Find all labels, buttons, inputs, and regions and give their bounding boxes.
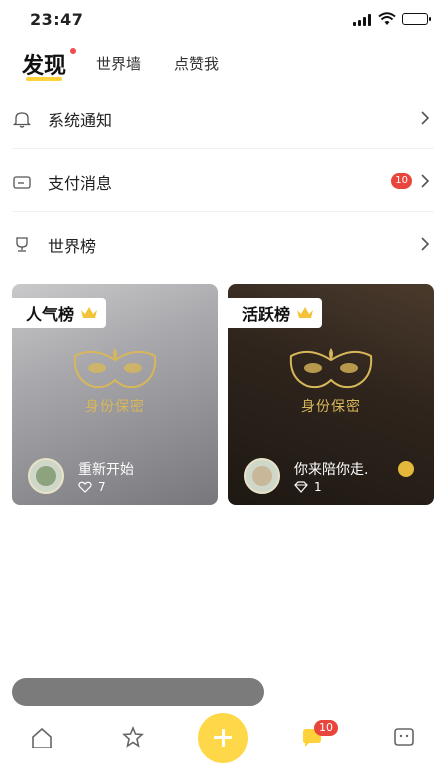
diamond-count-value: 1 [314,480,322,494]
message-badge: 10 [314,720,338,736]
row-world-rank[interactable]: 世界榜 [12,213,434,275]
trophy-icon [16,237,28,252]
bell-icon [12,112,32,128]
top-tabs: 发现 世界墙 点赞我 [0,44,446,88]
card-tag-label: 人气榜 [26,305,75,324]
card-tag-label: 活跃榜 [242,305,291,324]
tab-underline [26,77,62,81]
mask-caption: 身份保密 [301,399,361,415]
status-time: 23:47 [30,10,84,29]
crown-icon [297,307,314,318]
tab-liked-me[interactable]: 点赞我 [174,53,219,74]
card-tag: 人气榜 [12,298,107,328]
like-count: 7 [78,480,106,494]
activity-rank-card[interactable]: 活跃榜 身份保密 你来陪你走. 1 [228,284,434,505]
row-label: 支付消息 [48,174,113,193]
wallet-icon [13,176,31,189]
status-bar: 23:47 [0,0,446,40]
wifi-icon [378,12,396,25]
diamond-count: 1 [294,480,322,494]
battery-icon [402,13,431,25]
row-label: 世界榜 [48,237,97,256]
toast-pill [12,678,264,706]
mask-icon [289,348,373,389]
chevron-right-icon [421,111,430,125]
publish-button[interactable] [198,713,248,763]
chevron-right-icon [421,237,430,251]
avatar[interactable] [28,458,64,494]
row-system-notice[interactable]: 系统通知 [12,87,434,149]
row-payment-messages[interactable]: 支付消息 10 [12,150,434,212]
heart-icon [78,481,92,493]
card-tag: 活跃榜 [228,298,323,328]
popularity-rank-card[interactable]: 人气榜 身份保密 重新开始 7 [12,284,218,505]
chevron-right-icon [421,174,430,188]
diamond-icon [294,481,308,493]
crown-icon [81,307,98,318]
tab-discover[interactable]: 发现 [22,48,66,80]
signal-icon [353,14,373,26]
user-name: 重新开始 [78,462,134,478]
tab-world-wall[interactable]: 世界墙 [96,53,141,74]
new-dot [70,48,76,54]
mask-icon [73,348,157,389]
unread-badge: 10 [391,173,412,189]
row-label: 系统通知 [48,111,113,130]
verified-icon [398,461,414,477]
user-name: 你来陪你走. [294,462,369,478]
mask-caption: 身份保密 [85,399,145,415]
like-count-value: 7 [98,480,106,494]
avatar[interactable] [244,458,280,494]
